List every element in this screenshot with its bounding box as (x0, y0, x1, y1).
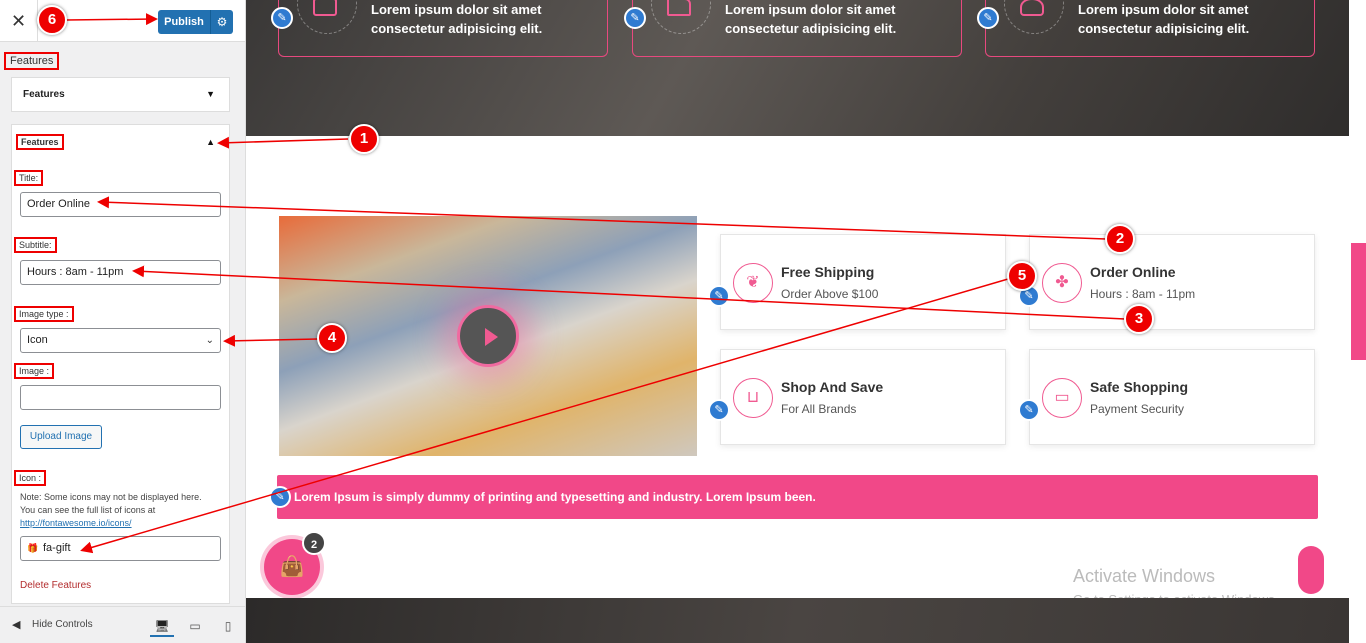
play-button[interactable] (457, 305, 519, 367)
side-scroll-tab[interactable] (1351, 243, 1366, 360)
title-label-wrap: Title: (14, 170, 218, 186)
image-type-label-wrap: Image type : (14, 306, 218, 322)
caret-down-icon[interactable]: ▼ (206, 89, 215, 99)
annotation-marker-5: 5 (1007, 261, 1037, 291)
gift-icon: ✤ (1042, 263, 1082, 303)
annotation-marker-6: 6 (37, 5, 67, 35)
feature-subtitle: Hours : 8am - 11pm (1090, 287, 1196, 301)
subtitle-input[interactable]: Hours : 8am - 11pm (20, 260, 221, 285)
image-type-label: Image type : (14, 306, 74, 322)
hero-card-line2: consectetur adipisicing elit. (1078, 21, 1250, 36)
icon-label: Icon : (14, 470, 47, 486)
hero-card-line1: Lorem ipsum dolor sit amet (1078, 2, 1249, 17)
hero-card: Lorem ipsum dolor sit amet consectetur a… (632, 0, 962, 57)
feature-subtitle: For All Brands (781, 402, 857, 416)
card-icon (313, 0, 337, 16)
hero-card-line1: Lorem ipsum dolor sit amet (725, 2, 896, 17)
hero-card: Lorem ipsum dolor sit amet consectetur a… (985, 0, 1315, 57)
caret-up-icon[interactable]: ▲ (206, 137, 215, 147)
delete-features-link[interactable]: Delete Features (20, 580, 91, 591)
leaf-icon: ❦ (733, 263, 773, 303)
truck-icon (667, 0, 691, 16)
feature-card: ▭ Safe Shopping Payment Security (1029, 349, 1315, 445)
collapsed-features-panel[interactable]: Features ▼ (11, 77, 230, 112)
scroll-to-top-button[interactable] (1298, 546, 1324, 594)
edit-pencil-icon[interactable]: ✎ (271, 7, 293, 29)
feature-title: Safe Shopping (1090, 379, 1188, 395)
site-preview: Lorem ipsum dolor sit amet consectetur a… (246, 0, 1366, 643)
edit-pencil-icon[interactable]: ✎ (977, 7, 999, 29)
hide-controls-button[interactable]: Hide Controls (32, 619, 93, 630)
edit-pencil-icon[interactable]: ✎ (708, 399, 730, 421)
fontawesome-link[interactable]: http://fontawesome.io/icons/ (20, 518, 132, 528)
close-icon[interactable]: ✕ (0, 0, 38, 42)
icon-note: Note: Some icons may not be displayed he… (20, 491, 225, 530)
edit-pencil-icon[interactable]: ✎ (708, 285, 730, 307)
feature-title: Shop And Save (781, 379, 884, 395)
image-type-select[interactable]: Icon ⌄ (20, 328, 221, 353)
annotation-marker-1: 1 (349, 124, 379, 154)
feature-subtitle: Order Above $100 (781, 287, 879, 301)
feature-title: Free Shipping (781, 264, 875, 280)
feature-subtitle: Payment Security (1090, 402, 1185, 416)
tablet-preview-icon[interactable]: ▭ (183, 615, 207, 637)
publish-button[interactable]: Publish (158, 10, 210, 34)
image-label-wrap: Image : (14, 363, 218, 379)
feature-title: Order Online (1090, 264, 1176, 280)
hero-bottom-section (246, 598, 1349, 643)
icon-input[interactable]: 🎁 fa-gift (20, 536, 221, 561)
headset-icon (1020, 0, 1044, 16)
image-input[interactable] (20, 385, 221, 410)
mobile-preview-icon[interactable]: ▯ (216, 615, 240, 637)
activate-windows-title: Activate Windows (1073, 566, 1216, 586)
customizer-sidebar: ✕ Publish ⚙ Features Features ▼ Features… (0, 0, 246, 643)
title-input[interactable]: Order Online (20, 192, 221, 217)
feature-card: ✤ Order Online Hours : 8am - 11pm (1029, 234, 1315, 330)
annotation-marker-2: 2 (1105, 224, 1135, 254)
subtitle-label: Subtitle: (14, 237, 57, 253)
chevron-down-icon: ⌄ (205, 335, 214, 346)
panel-title: Features (23, 89, 65, 100)
image-type-value: Icon (27, 334, 48, 346)
subtitle-label-wrap: Subtitle: (14, 237, 218, 253)
upload-image-button[interactable]: Upload Image (20, 425, 102, 449)
hero-card-line2: consectetur adipisicing elit. (725, 21, 897, 36)
image-label: Image : (14, 363, 55, 379)
annotation-marker-4: 4 (317, 323, 347, 353)
icon-value: fa-gift (43, 542, 71, 554)
edit-pencil-icon[interactable]: ✎ (1018, 399, 1040, 421)
icon-label-wrap: Icon : (14, 470, 218, 486)
breadcrumb: Features (4, 52, 60, 70)
gift-icon: 🎁 (27, 543, 39, 553)
hero-card-line2: consectetur adipisicing elit. (371, 21, 543, 36)
edit-pencil-icon[interactable]: ✎ (269, 486, 291, 508)
basket-icon: ⊔ (733, 378, 773, 418)
hero-top-section: Lorem ipsum dolor sit amet consectetur a… (246, 0, 1349, 136)
desktop-preview-icon[interactable]: 🖥 (150, 615, 174, 637)
icon-note-line2: You can see the full list of icons at (20, 505, 156, 515)
annotation-marker-3: 3 (1124, 304, 1154, 334)
feature-card: ⊔ Shop And Save For All Brands (720, 349, 1006, 445)
collapse-icon[interactable]: ◀ (12, 618, 20, 631)
customizer-footer: ◀ Hide Controls 🖥 ▭ ▯ (0, 606, 245, 643)
panel-title[interactable]: Features (16, 134, 64, 150)
edit-pencil-icon[interactable]: ✎ (624, 7, 646, 29)
gear-icon[interactable]: ⚙ (210, 10, 233, 34)
hero-card-text: Lorem ipsum dolor sit amet consectetur a… (371, 0, 601, 38)
hero-card-text: Lorem ipsum dolor sit amet consectetur a… (725, 0, 955, 38)
icon-note-line1: Note: Some icons may not be displayed he… (20, 492, 202, 502)
promo-banner: Lorem Ipsum is simply dummy of printing … (277, 475, 1318, 519)
credit-card-icon: ▭ (1042, 378, 1082, 418)
hero-card: Lorem ipsum dolor sit amet consectetur a… (278, 0, 608, 57)
hero-card-text: Lorem ipsum dolor sit amet consectetur a… (1078, 0, 1308, 38)
hero-card-line1: Lorem ipsum dolor sit amet (371, 2, 542, 17)
feature-card: ❦ Free Shipping Order Above $100 (720, 234, 1006, 330)
title-label: Title: (14, 170, 44, 186)
play-icon (485, 328, 498, 346)
cart-count-badge: 2 (302, 531, 326, 555)
